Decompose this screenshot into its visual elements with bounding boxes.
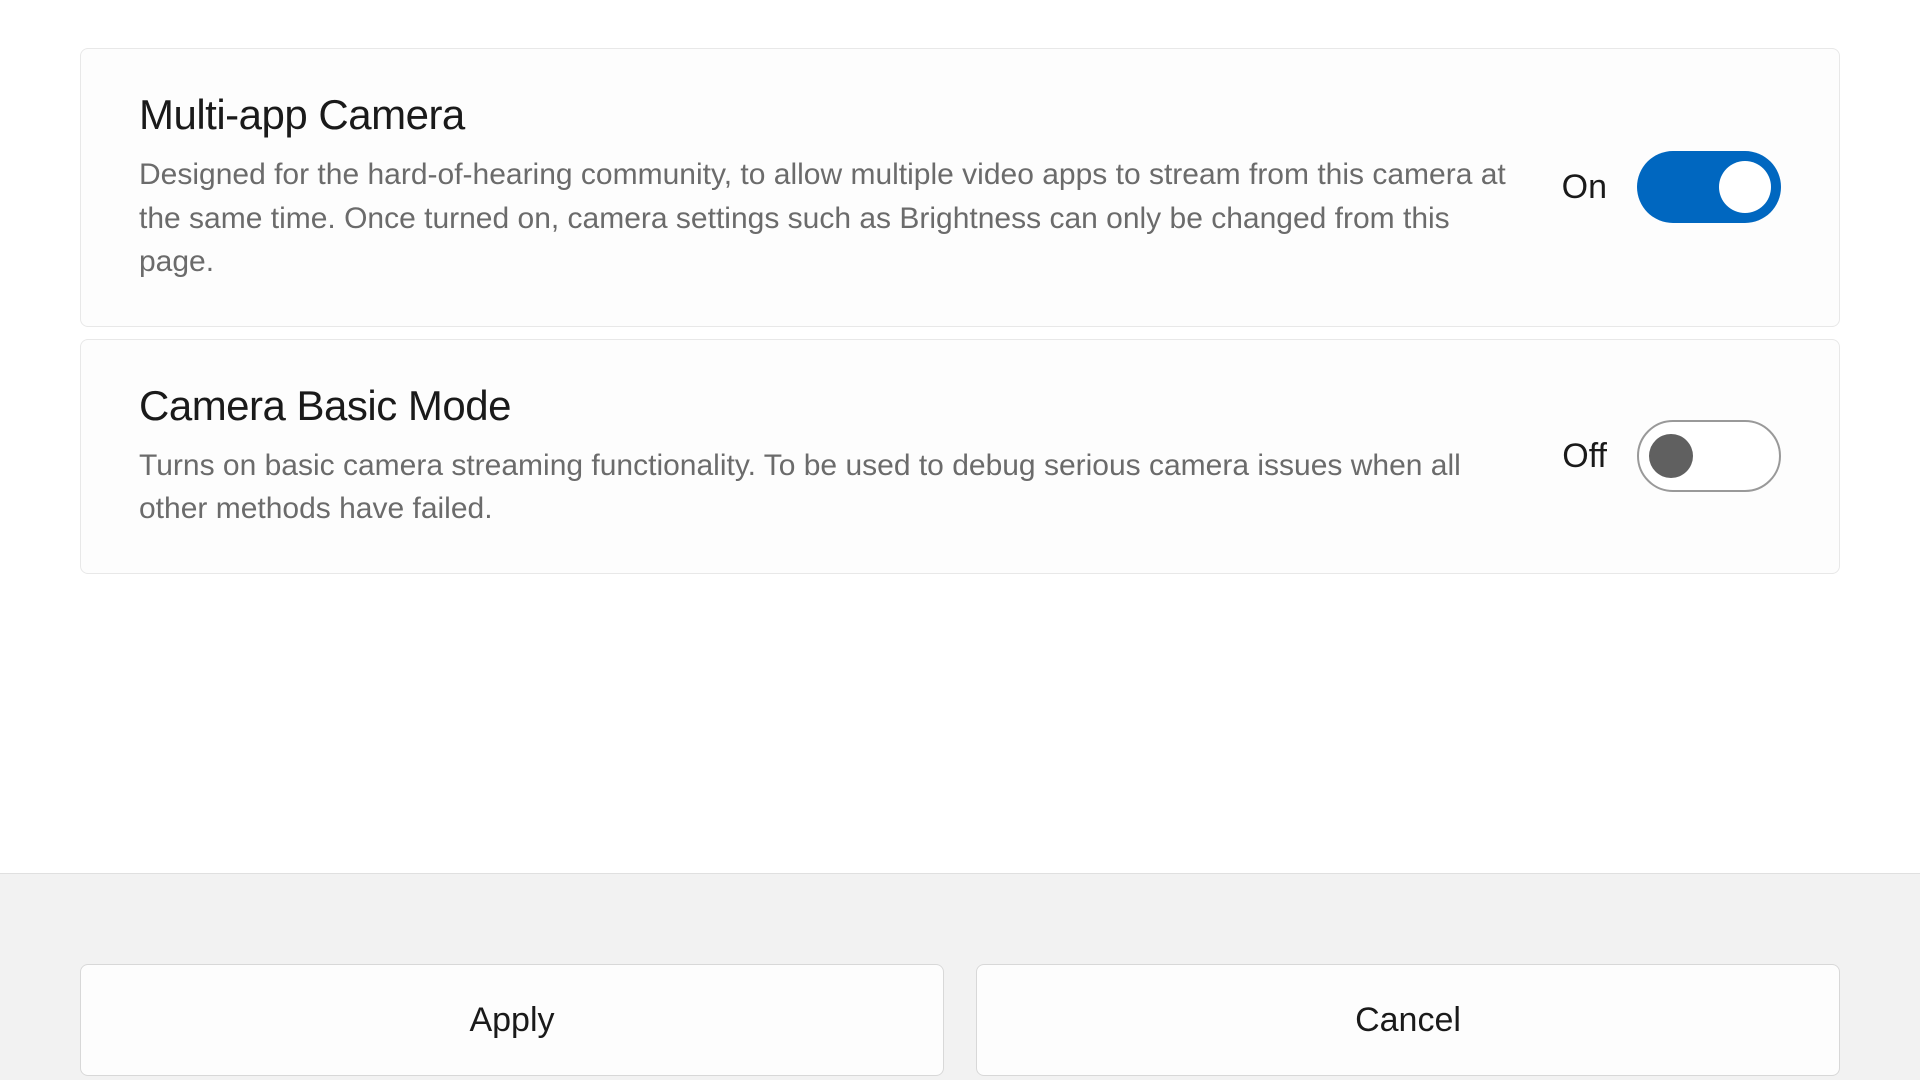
setting-text-block: Multi-app Camera Designed for the hard-o…	[139, 91, 1514, 284]
toggle-state-label: On	[1562, 168, 1607, 207]
setting-title: Camera Basic Mode	[139, 382, 1514, 430]
dialog-footer: Apply Cancel	[0, 873, 1920, 1080]
toggle-state-label: Off	[1562, 437, 1607, 476]
setting-card-camera-basic-mode: Camera Basic Mode Turns on basic camera …	[80, 339, 1840, 574]
setting-card-multi-app-camera: Multi-app Camera Designed for the hard-o…	[80, 48, 1840, 327]
toggle-knob-icon	[1649, 434, 1693, 478]
setting-description: Designed for the hard-of-hearing communi…	[139, 153, 1514, 284]
toggle-group: Off	[1562, 420, 1781, 492]
cancel-button[interactable]: Cancel	[976, 964, 1840, 1076]
settings-content: Multi-app Camera Designed for the hard-o…	[0, 0, 1920, 574]
setting-text-block: Camera Basic Mode Turns on basic camera …	[139, 382, 1514, 531]
apply-button[interactable]: Apply	[80, 964, 944, 1076]
setting-description: Turns on basic camera streaming function…	[139, 444, 1514, 531]
toggle-group: On	[1562, 151, 1781, 223]
setting-title: Multi-app Camera	[139, 91, 1514, 139]
toggle-knob-icon	[1719, 161, 1771, 213]
multi-app-camera-toggle[interactable]	[1637, 151, 1781, 223]
camera-basic-mode-toggle[interactable]	[1637, 420, 1781, 492]
